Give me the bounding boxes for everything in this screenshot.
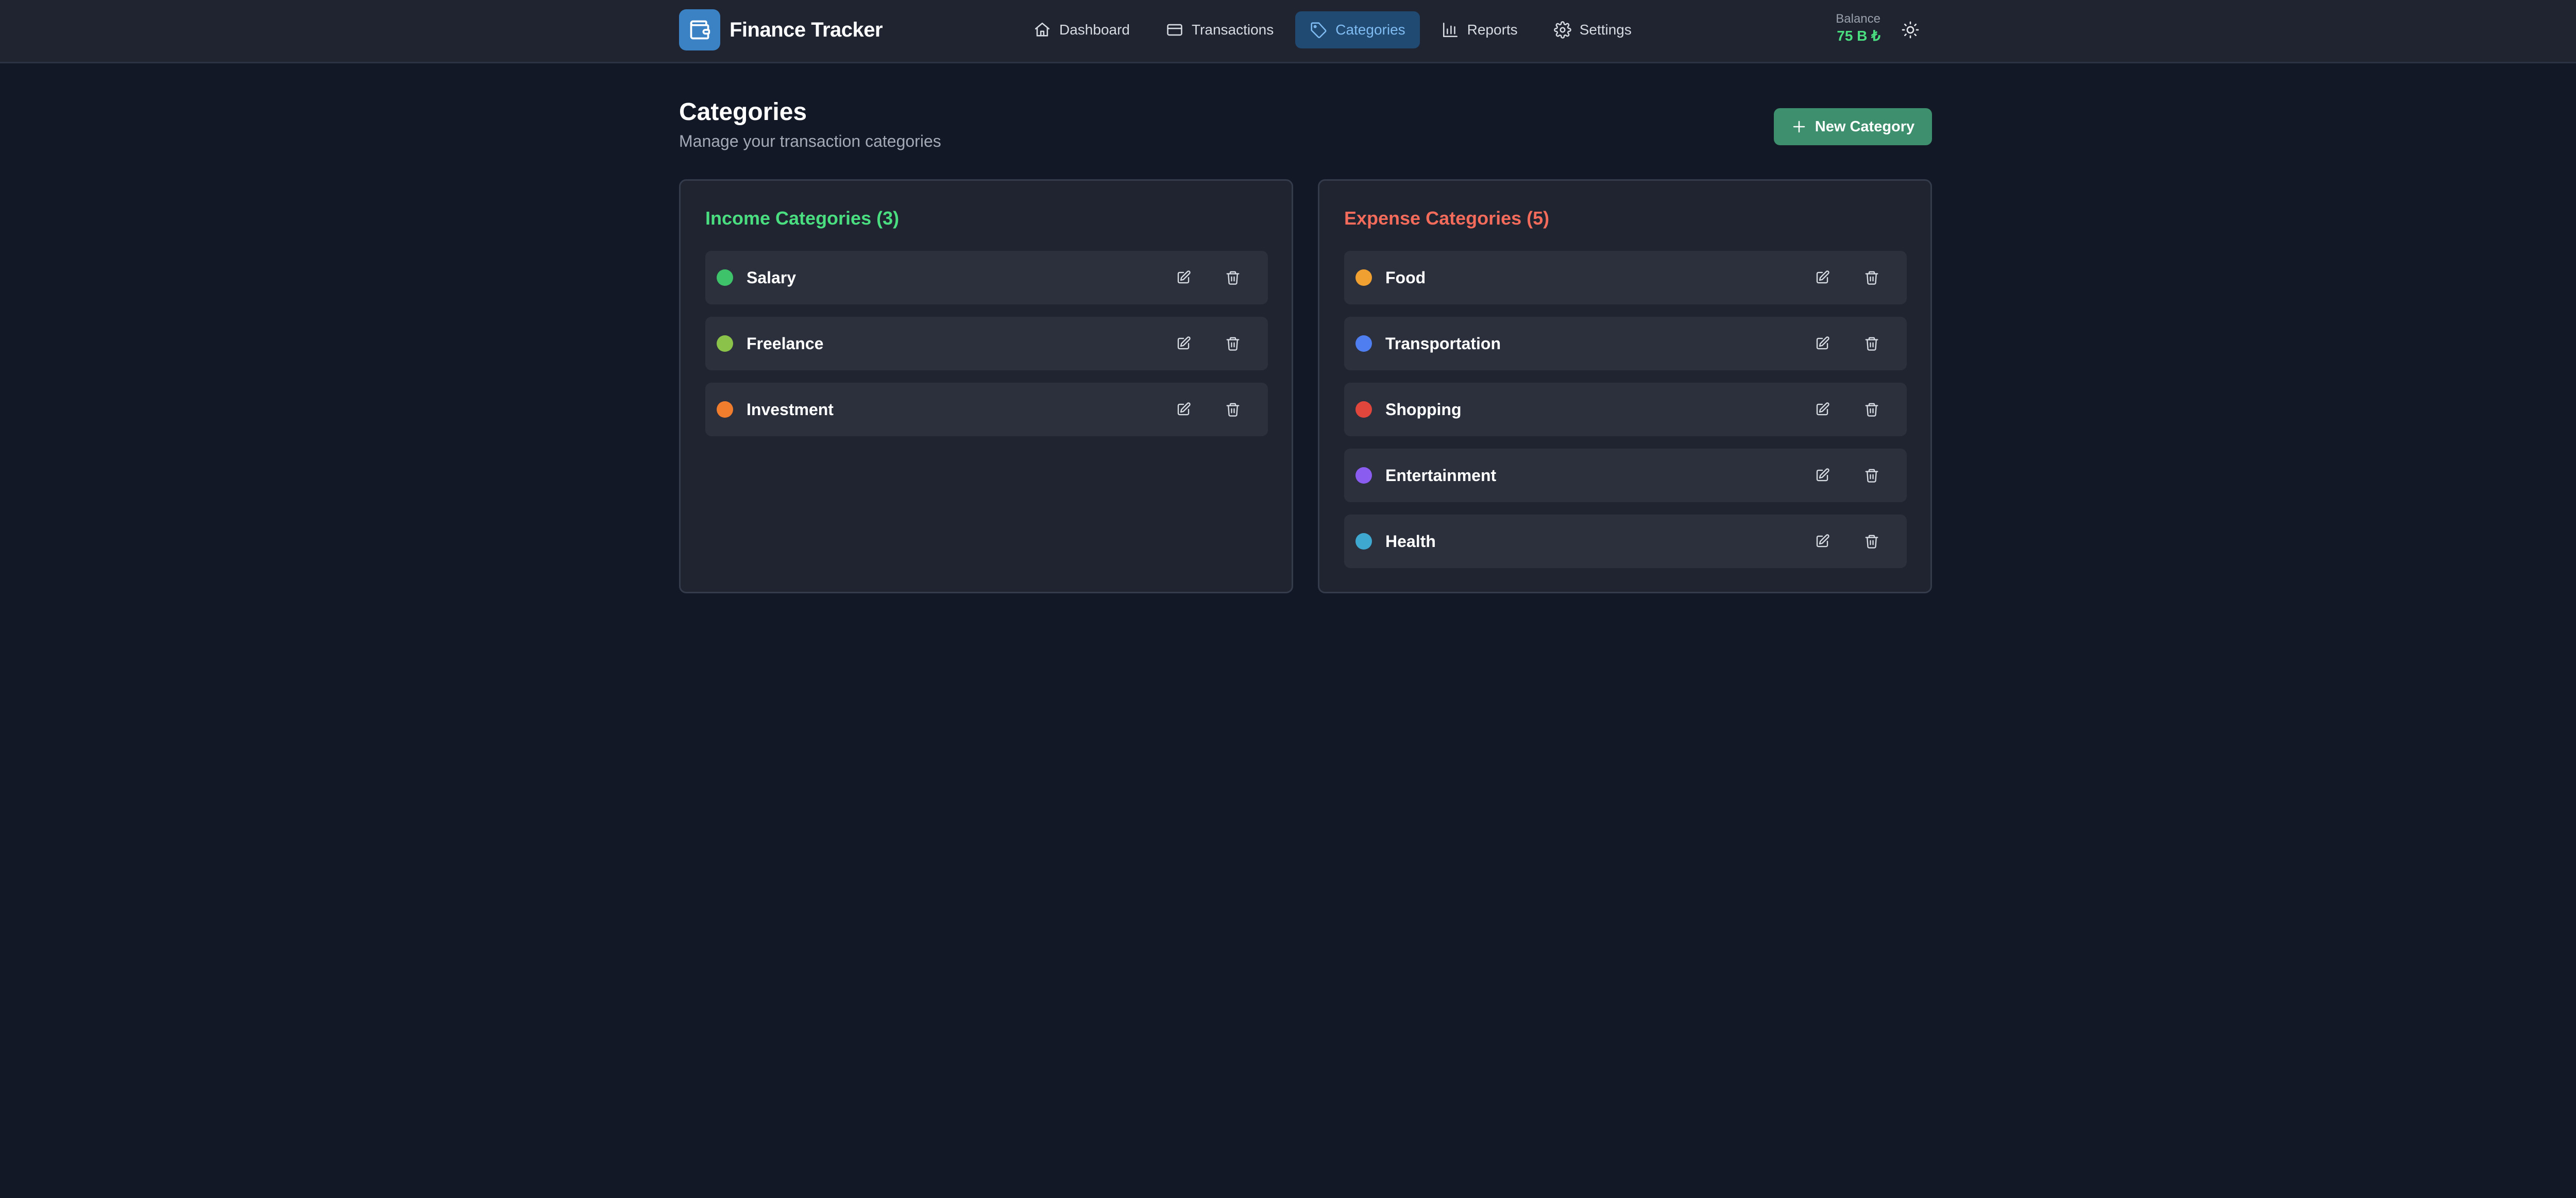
nav-categories[interactable]: Categories [1295, 11, 1420, 48]
nav-reports-label: Reports [1467, 22, 1518, 38]
category-name: Salary [747, 268, 796, 287]
page-title: Categories [679, 98, 807, 126]
delete-button[interactable] [1859, 529, 1884, 554]
edit-icon [1177, 270, 1191, 284]
nav-dashboard[interactable]: Dashboard [1019, 11, 1144, 48]
delete-button[interactable] [1859, 463, 1884, 488]
delete-button[interactable] [1221, 265, 1245, 290]
color-dot [717, 335, 733, 352]
trash-icon [1865, 271, 1878, 285]
theme-toggle-button[interactable] [1896, 15, 1925, 44]
tag-icon [1311, 22, 1327, 39]
edit-button[interactable] [1171, 331, 1196, 356]
list-item: Entertainment [1344, 449, 1907, 502]
edit-button[interactable] [1810, 463, 1835, 488]
nav-transactions-label: Transactions [1191, 22, 1274, 38]
nav-settings-label: Settings [1579, 22, 1632, 38]
delete-button[interactable] [1859, 265, 1884, 290]
new-category-label: New Category [1815, 118, 1915, 135]
color-dot [1355, 467, 1372, 484]
trash-icon [1226, 337, 1240, 351]
color-dot [1355, 533, 1372, 550]
edit-button[interactable] [1810, 397, 1835, 422]
edit-icon [1816, 270, 1829, 284]
delete-button[interactable] [1221, 397, 1245, 422]
edit-icon [1816, 402, 1829, 416]
list-item: Investment [705, 383, 1268, 436]
edit-icon [1177, 336, 1191, 350]
plus-icon [1793, 121, 1805, 133]
income-category-list: Salary Freelance Investment [705, 251, 1268, 449]
nav-reports[interactable]: Reports [1427, 11, 1532, 48]
color-dot [1355, 269, 1372, 286]
edit-icon [1816, 336, 1829, 350]
trash-icon [1865, 403, 1878, 417]
delete-button[interactable] [1221, 331, 1245, 356]
edit-button[interactable] [1810, 529, 1835, 554]
credit-card-icon [1167, 24, 1182, 36]
list-item: Transportation [1344, 317, 1907, 370]
category-name: Health [1385, 532, 1436, 551]
expense-category-list: Food Transportation Shopping Entertainme… [1344, 251, 1907, 580]
balance-label: Balance [1836, 12, 1880, 26]
balance-display: Balance 75 B ₺ [1798, 11, 1880, 45]
top-navbar: Finance Tracker Dashboard Transactions C… [0, 0, 2576, 63]
list-item: Shopping [1344, 383, 1907, 436]
color-dot [1355, 401, 1372, 418]
list-item: Food [1344, 251, 1907, 304]
color-dot [717, 269, 733, 286]
edit-icon [1816, 534, 1829, 547]
brand[interactable]: Finance Tracker [679, 9, 883, 50]
page-subtitle: Manage your transaction categories [679, 132, 941, 150]
balance-value: 75 B ₺ [1837, 28, 1880, 44]
trash-icon [1865, 337, 1878, 351]
gear-icon [1553, 21, 1571, 39]
edit-button[interactable] [1171, 397, 1196, 422]
trash-icon [1865, 535, 1878, 549]
home-icon [1035, 22, 1050, 37]
color-dot [1355, 335, 1372, 352]
category-name: Entertainment [1385, 466, 1497, 485]
nav-categories-label: Categories [1335, 22, 1405, 38]
category-name: Food [1385, 268, 1426, 287]
edit-button[interactable] [1810, 331, 1835, 356]
category-name: Shopping [1385, 400, 1462, 419]
trash-icon [1226, 271, 1240, 285]
edit-button[interactable] [1171, 265, 1196, 290]
nav-settings[interactable]: Settings [1539, 11, 1646, 48]
nav-transactions[interactable]: Transactions [1151, 11, 1288, 48]
expense-categories-panel: Expense Categories (5) Food Transportati… [1318, 179, 1932, 593]
app-title: Finance Tracker [730, 18, 883, 41]
list-item: Health [1344, 515, 1907, 568]
trash-icon [1865, 469, 1878, 483]
sun-icon [1902, 21, 1919, 39]
new-category-button[interactable]: New Category [1774, 108, 1932, 145]
edit-icon [1816, 468, 1829, 482]
edit-icon [1177, 402, 1191, 416]
delete-button[interactable] [1859, 331, 1884, 356]
color-dot [717, 401, 733, 418]
list-item: Freelance [705, 317, 1268, 370]
income-categories-panel: Income Categories (3) Salary Freelance I… [679, 179, 1293, 593]
expense-panel-title: Expense Categories (5) [1344, 208, 1550, 229]
category-name: Freelance [747, 334, 824, 353]
delete-button[interactable] [1859, 397, 1884, 422]
bar-chart-icon [1443, 22, 1458, 38]
nav-dashboard-label: Dashboard [1059, 22, 1130, 38]
category-name: Investment [747, 400, 834, 419]
edit-button[interactable] [1810, 265, 1835, 290]
main-nav: Dashboard Transactions Categories Report… [1019, 11, 1653, 48]
trash-icon [1226, 403, 1240, 417]
category-name: Transportation [1385, 334, 1501, 353]
list-item: Salary [705, 251, 1268, 304]
wallet-icon [679, 9, 720, 50]
income-panel-title: Income Categories (3) [705, 208, 900, 229]
